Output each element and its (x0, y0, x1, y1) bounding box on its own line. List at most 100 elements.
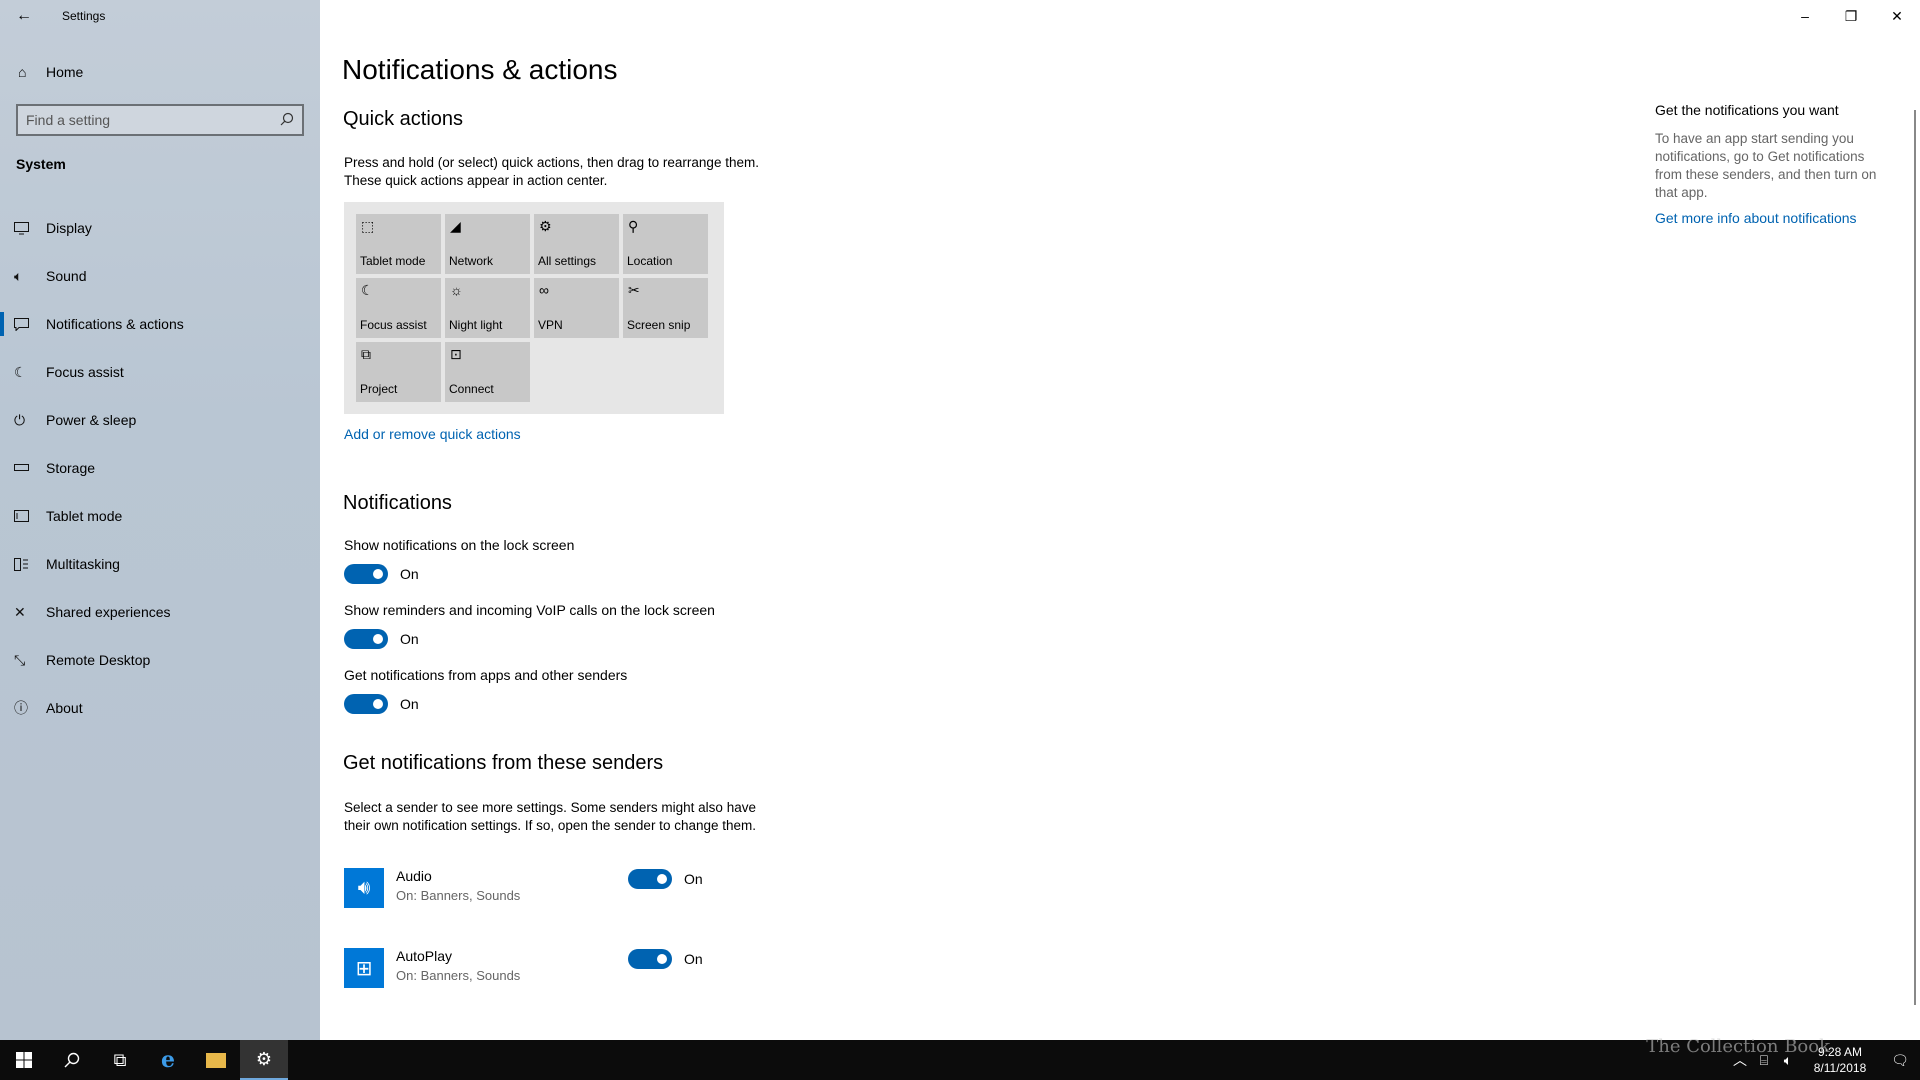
autoplay-toggle[interactable]: On (628, 949, 703, 969)
sidebar-item-label: Display (46, 220, 92, 236)
notification-icon (14, 317, 46, 331)
home-icon: ⌂ (18, 64, 27, 80)
audio-toggle[interactable]: On (628, 869, 703, 889)
more-info-link[interactable]: Get more info about notifications (1655, 210, 1857, 226)
quick-action-tile[interactable]: ◢ Network (445, 214, 530, 274)
section-title-system: System (16, 156, 66, 172)
sidebar-item-sound[interactable]: 🔈︎ Sound (0, 252, 320, 300)
sidebar-item-label: Sound (46, 268, 87, 284)
sidebar: ← Settings ⌂ Home Find a setting System … (0, 0, 320, 1040)
multitasking-icon (14, 557, 46, 571)
folder-icon (206, 1052, 226, 1068)
minimize-button[interactable]: – (1782, 0, 1828, 32)
main-content: – ❐ ✕ Notifications & actions Quick acti… (320, 0, 1920, 1040)
sidebar-item-display[interactable]: Display (0, 204, 320, 252)
sidebar-item-shared-experiences[interactable]: ✕ Shared experiences (0, 588, 320, 636)
quick-action-tile[interactable]: ⚲ Location (623, 214, 708, 274)
display-icon (14, 221, 46, 235)
tile-label: Focus assist (360, 318, 427, 332)
back-arrow-icon: ← (16, 7, 32, 24)
setting-label: Show reminders and incoming VoIP calls o… (344, 602, 715, 618)
quick-action-tile[interactable]: ☾ Focus assist (356, 278, 441, 338)
sender-autoplay[interactable]: ⊞ AutoPlay On: Banners, Sounds (344, 948, 520, 988)
sidebar-item-tablet-mode[interactable]: Tablet mode (0, 492, 320, 540)
toggle-switch[interactable] (628, 869, 672, 889)
edge-browser-button[interactable]: e (144, 1040, 192, 1080)
tile-label: VPN (538, 318, 563, 332)
sidebar-item-multitasking[interactable]: Multitasking (0, 540, 320, 588)
sender-subtitle: On: Banners, Sounds (396, 968, 521, 983)
sidebar-item-notifications[interactable]: Notifications & actions (0, 300, 320, 348)
taskbar: ⧉ e ⚙ ︿ ⌸ 🔈︎ 9:28 AM 8/11/2018 🗨︎ (0, 1040, 1920, 1080)
tile-label: Connect (449, 382, 494, 396)
add-remove-quick-actions-link[interactable]: Add or remove quick actions (344, 426, 521, 442)
tile-label: Network (449, 254, 494, 268)
search-placeholder: Find a setting (26, 112, 111, 128)
toggle-switch[interactable] (344, 564, 388, 584)
restore-button[interactable]: ❐ (1828, 0, 1874, 32)
sidebar-item-label: Power & sleep (46, 412, 137, 428)
related-description: To have an app start sending you notific… (1655, 131, 1877, 200)
tile-label: Screen snip (627, 318, 691, 332)
action-center-icon[interactable]: 🗨︎ (1880, 1052, 1920, 1069)
moon-icon: ☾ (14, 363, 27, 380)
sidebar-item-focus-assist[interactable]: ☾ Focus assist (0, 348, 320, 396)
app-notifications-toggle[interactable]: On (344, 694, 419, 714)
voip-toggle[interactable]: On (344, 629, 419, 649)
toggle-switch[interactable] (628, 949, 672, 969)
snip-icon: ✂ (628, 282, 640, 298)
quick-action-tile[interactable]: ⬚ Tablet mode (356, 214, 441, 274)
home-nav-item[interactable]: ⌂ Home (0, 56, 320, 88)
quick-actions-heading: Quick actions (343, 108, 464, 130)
quick-action-tile[interactable]: ✂ Screen snip (623, 278, 708, 338)
sidebar-item-remote-desktop[interactable]: ⤡ Remote Desktop (0, 636, 320, 684)
shared-icon: ✕ (14, 603, 26, 620)
quick-action-tile[interactable]: ⚙ All settings (534, 214, 619, 274)
sidebar-item-label: Remote Desktop (46, 652, 151, 668)
search-icon (64, 1052, 80, 1068)
sidebar-item-power-sleep[interactable]: ⏻ Power & sleep (0, 396, 320, 444)
quick-action-tile[interactable]: ∞ VPN (534, 278, 619, 338)
page-title: Notifications & actions (342, 54, 618, 85)
quick-action-tile[interactable]: ☼ Night light (445, 278, 530, 338)
senders-description-1: Select a sender to see more settings. So… (344, 800, 756, 815)
start-button[interactable] (0, 1040, 48, 1080)
sidebar-item-storage[interactable]: Storage (0, 444, 320, 492)
sender-name: AutoPlay (396, 948, 453, 964)
back-button[interactable]: ← (0, 0, 48, 32)
quick-action-tile[interactable]: ⧉ Project (356, 342, 441, 402)
close-button[interactable]: ✕ (1874, 0, 1920, 32)
quick-actions-description-1: Press and hold (or select) quick actions… (344, 155, 759, 170)
toggle-switch[interactable] (344, 694, 388, 714)
tile-label: Tablet mode (360, 254, 426, 268)
moon-icon: ☾ (361, 282, 374, 298)
task-view-icon: ⧉ (113, 1049, 127, 1070)
file-explorer-button[interactable] (192, 1040, 240, 1080)
power-icon: ⏻ (14, 411, 26, 428)
sidebar-item-label: About (46, 700, 83, 716)
home-label: Home (46, 64, 84, 80)
title-bar: ← Settings (0, 0, 320, 32)
search-icon[interactable] (280, 112, 294, 129)
setting-label: Get notifications from apps and other se… (344, 667, 628, 683)
quick-action-tile[interactable]: ⊡ Connect (445, 342, 530, 402)
sidebar-nav: Display 🔈︎ Sound Notifications & actions… (0, 204, 320, 732)
sender-subtitle: On: Banners, Sounds (396, 888, 521, 903)
toggle-state: On (400, 696, 419, 712)
toggle-switch[interactable] (344, 629, 388, 649)
search-input[interactable]: Find a setting (16, 104, 304, 136)
remote-desktop-icon: ⤡ (14, 651, 26, 668)
task-view-button[interactable]: ⧉ (96, 1040, 144, 1080)
settings-taskbar-button[interactable]: ⚙ (240, 1040, 288, 1080)
scrollbar[interactable] (1914, 110, 1916, 1005)
edge-icon: e (161, 1047, 175, 1073)
quick-actions-panel: ⬚ Tablet mode ◢ Network ⚙ All settings ⚲ Loc… (344, 202, 724, 414)
toggle-state: On (684, 951, 703, 967)
sender-audio[interactable]: 🔊︎ Audio On: Banners, Sounds (344, 868, 520, 908)
project-icon: ⧉ (361, 346, 371, 362)
senders-description-2: their own notification settings. If so, … (344, 818, 757, 833)
taskbar-search-button[interactable] (48, 1040, 96, 1080)
lock-screen-toggle[interactable]: On (344, 564, 419, 584)
tile-label: Night light (449, 318, 503, 332)
sidebar-item-about[interactable]: ⓘ About (0, 684, 320, 732)
